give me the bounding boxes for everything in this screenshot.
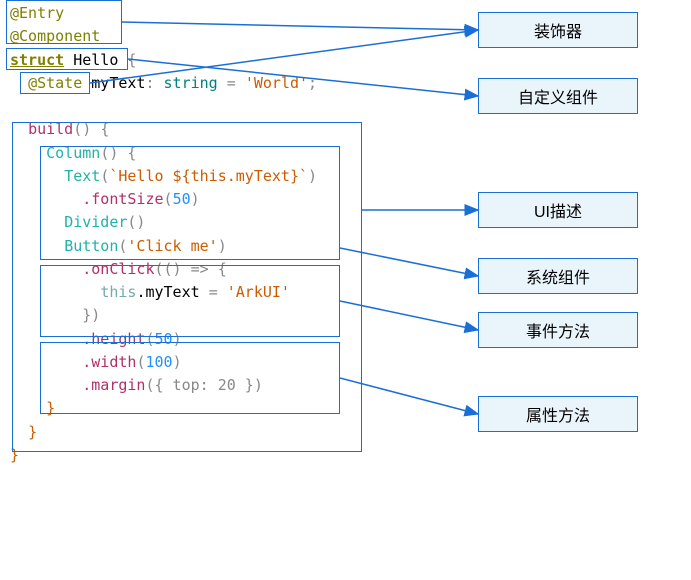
- label-attr-method: 属性方法: [478, 396, 638, 432]
- box-column: [40, 146, 340, 260]
- box-onclick: [40, 265, 340, 337]
- box-state: [20, 72, 90, 94]
- label-decorator: 装饰器: [478, 12, 638, 48]
- label-event-method: 事件方法: [478, 312, 638, 348]
- box-attrs: [40, 342, 340, 414]
- box-decorators: [6, 0, 122, 44]
- box-struct: [6, 48, 128, 70]
- label-custom-component: 自定义组件: [478, 78, 638, 114]
- label-sys-component: 系统组件: [478, 258, 638, 294]
- label-ui-desc: UI描述: [478, 192, 638, 228]
